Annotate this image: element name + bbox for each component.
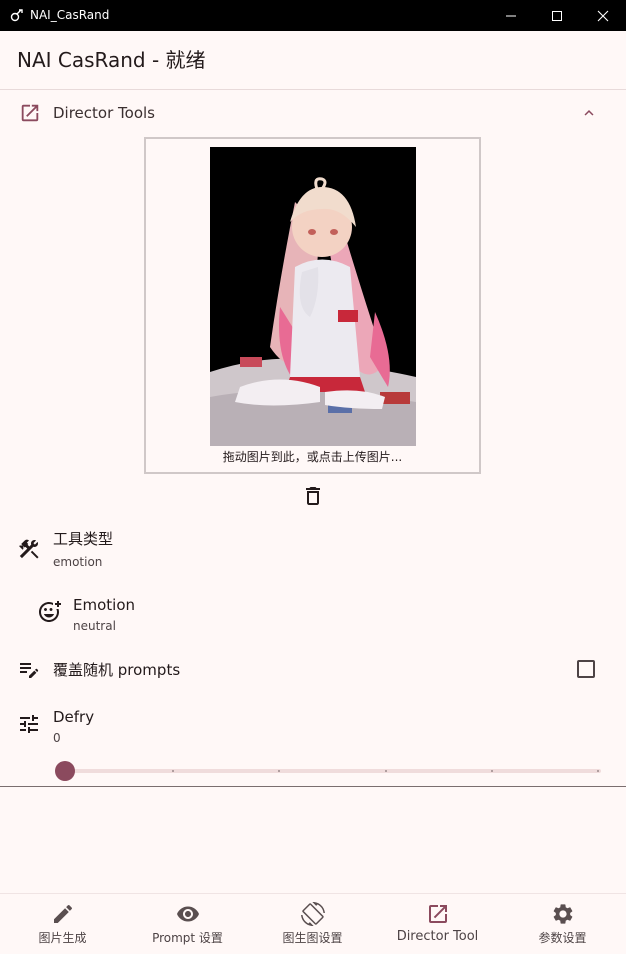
- window-title: NAI_CasRand: [30, 8, 110, 22]
- app-bar: NAI CasRand - 就绪: [0, 31, 626, 90]
- override-random-checkbox[interactable]: [577, 660, 595, 678]
- app-icon: [10, 9, 23, 22]
- nav-label: 图生图设置: [282, 931, 343, 945]
- nav-img2img-settings[interactable]: 图生图设置: [250, 894, 375, 954]
- close-button[interactable]: [580, 0, 626, 31]
- chevron-up-icon[interactable]: [580, 104, 598, 122]
- slider-tick: [597, 770, 599, 772]
- nav-label: Director Tool: [396, 929, 479, 944]
- director-tools-header[interactable]: Director Tools: [0, 90, 626, 136]
- defry-value: 0: [53, 731, 61, 745]
- add-reaction-icon: [39, 601, 61, 622]
- hammer-wrench-icon: [19, 539, 39, 559]
- open-in-new-icon: [428, 905, 447, 923]
- pencil-icon: [53, 904, 72, 923]
- nav-label: 图片生成: [38, 931, 87, 945]
- tool-type-label: 工具类型: [53, 530, 114, 548]
- nav-image-generation[interactable]: 图片生成: [0, 894, 125, 954]
- nav-label: Prompt 设置: [152, 931, 223, 945]
- emotion-value: neutral: [73, 619, 116, 633]
- tool-type-value: emotion: [53, 555, 103, 569]
- maximize-button[interactable]: [534, 0, 580, 31]
- close-icon: [597, 10, 609, 21]
- gear-icon: [553, 904, 572, 924]
- delete-icon[interactable]: [301, 484, 325, 508]
- emotion-label: Emotion: [73, 596, 135, 614]
- defry-slider-track[interactable]: [64, 769, 601, 773]
- page-title: NAI CasRand - 就绪: [17, 48, 206, 72]
- open-in-new-icon: [21, 104, 39, 122]
- nav-parameter-settings[interactable]: 参数设置: [500, 894, 625, 954]
- director-tools-label: Director Tools: [53, 104, 155, 122]
- edit-note-icon: [20, 663, 39, 678]
- maximize-icon: [552, 10, 562, 21]
- defry-slider-thumb[interactable]: [55, 761, 75, 781]
- defry-label: Defry: [53, 708, 95, 726]
- slider-tick: [278, 770, 280, 772]
- image-drop-zone[interactable]: 拖动图片到此，或点击上传图片...: [144, 137, 481, 474]
- rotate-icon: [300, 902, 325, 926]
- bottom-navigation: 图片生成 Prompt 设置 图生图设置 Director Tool 参数设置: [0, 893, 626, 954]
- override-random-label: 覆盖随机 prompts: [53, 661, 181, 679]
- tune-icon: [20, 715, 38, 733]
- nav-prompt-settings[interactable]: Prompt 设置: [125, 894, 250, 954]
- nav-label: 参数设置: [538, 931, 587, 945]
- minimize-button[interactable]: [488, 0, 534, 31]
- slider-tick: [172, 770, 174, 772]
- minimize-icon: [506, 15, 516, 16]
- drop-hint-text: 拖动图片到此，或点击上传图片...: [222, 450, 403, 464]
- section-divider: [0, 786, 626, 787]
- window-titlebar: NAI_CasRand: [0, 0, 626, 31]
- slider-tick: [385, 770, 387, 772]
- eye-icon: [176, 906, 199, 922]
- nav-director-tool[interactable]: Director Tool: [375, 894, 500, 954]
- uploaded-image: [210, 147, 416, 446]
- slider-tick: [491, 770, 493, 772]
